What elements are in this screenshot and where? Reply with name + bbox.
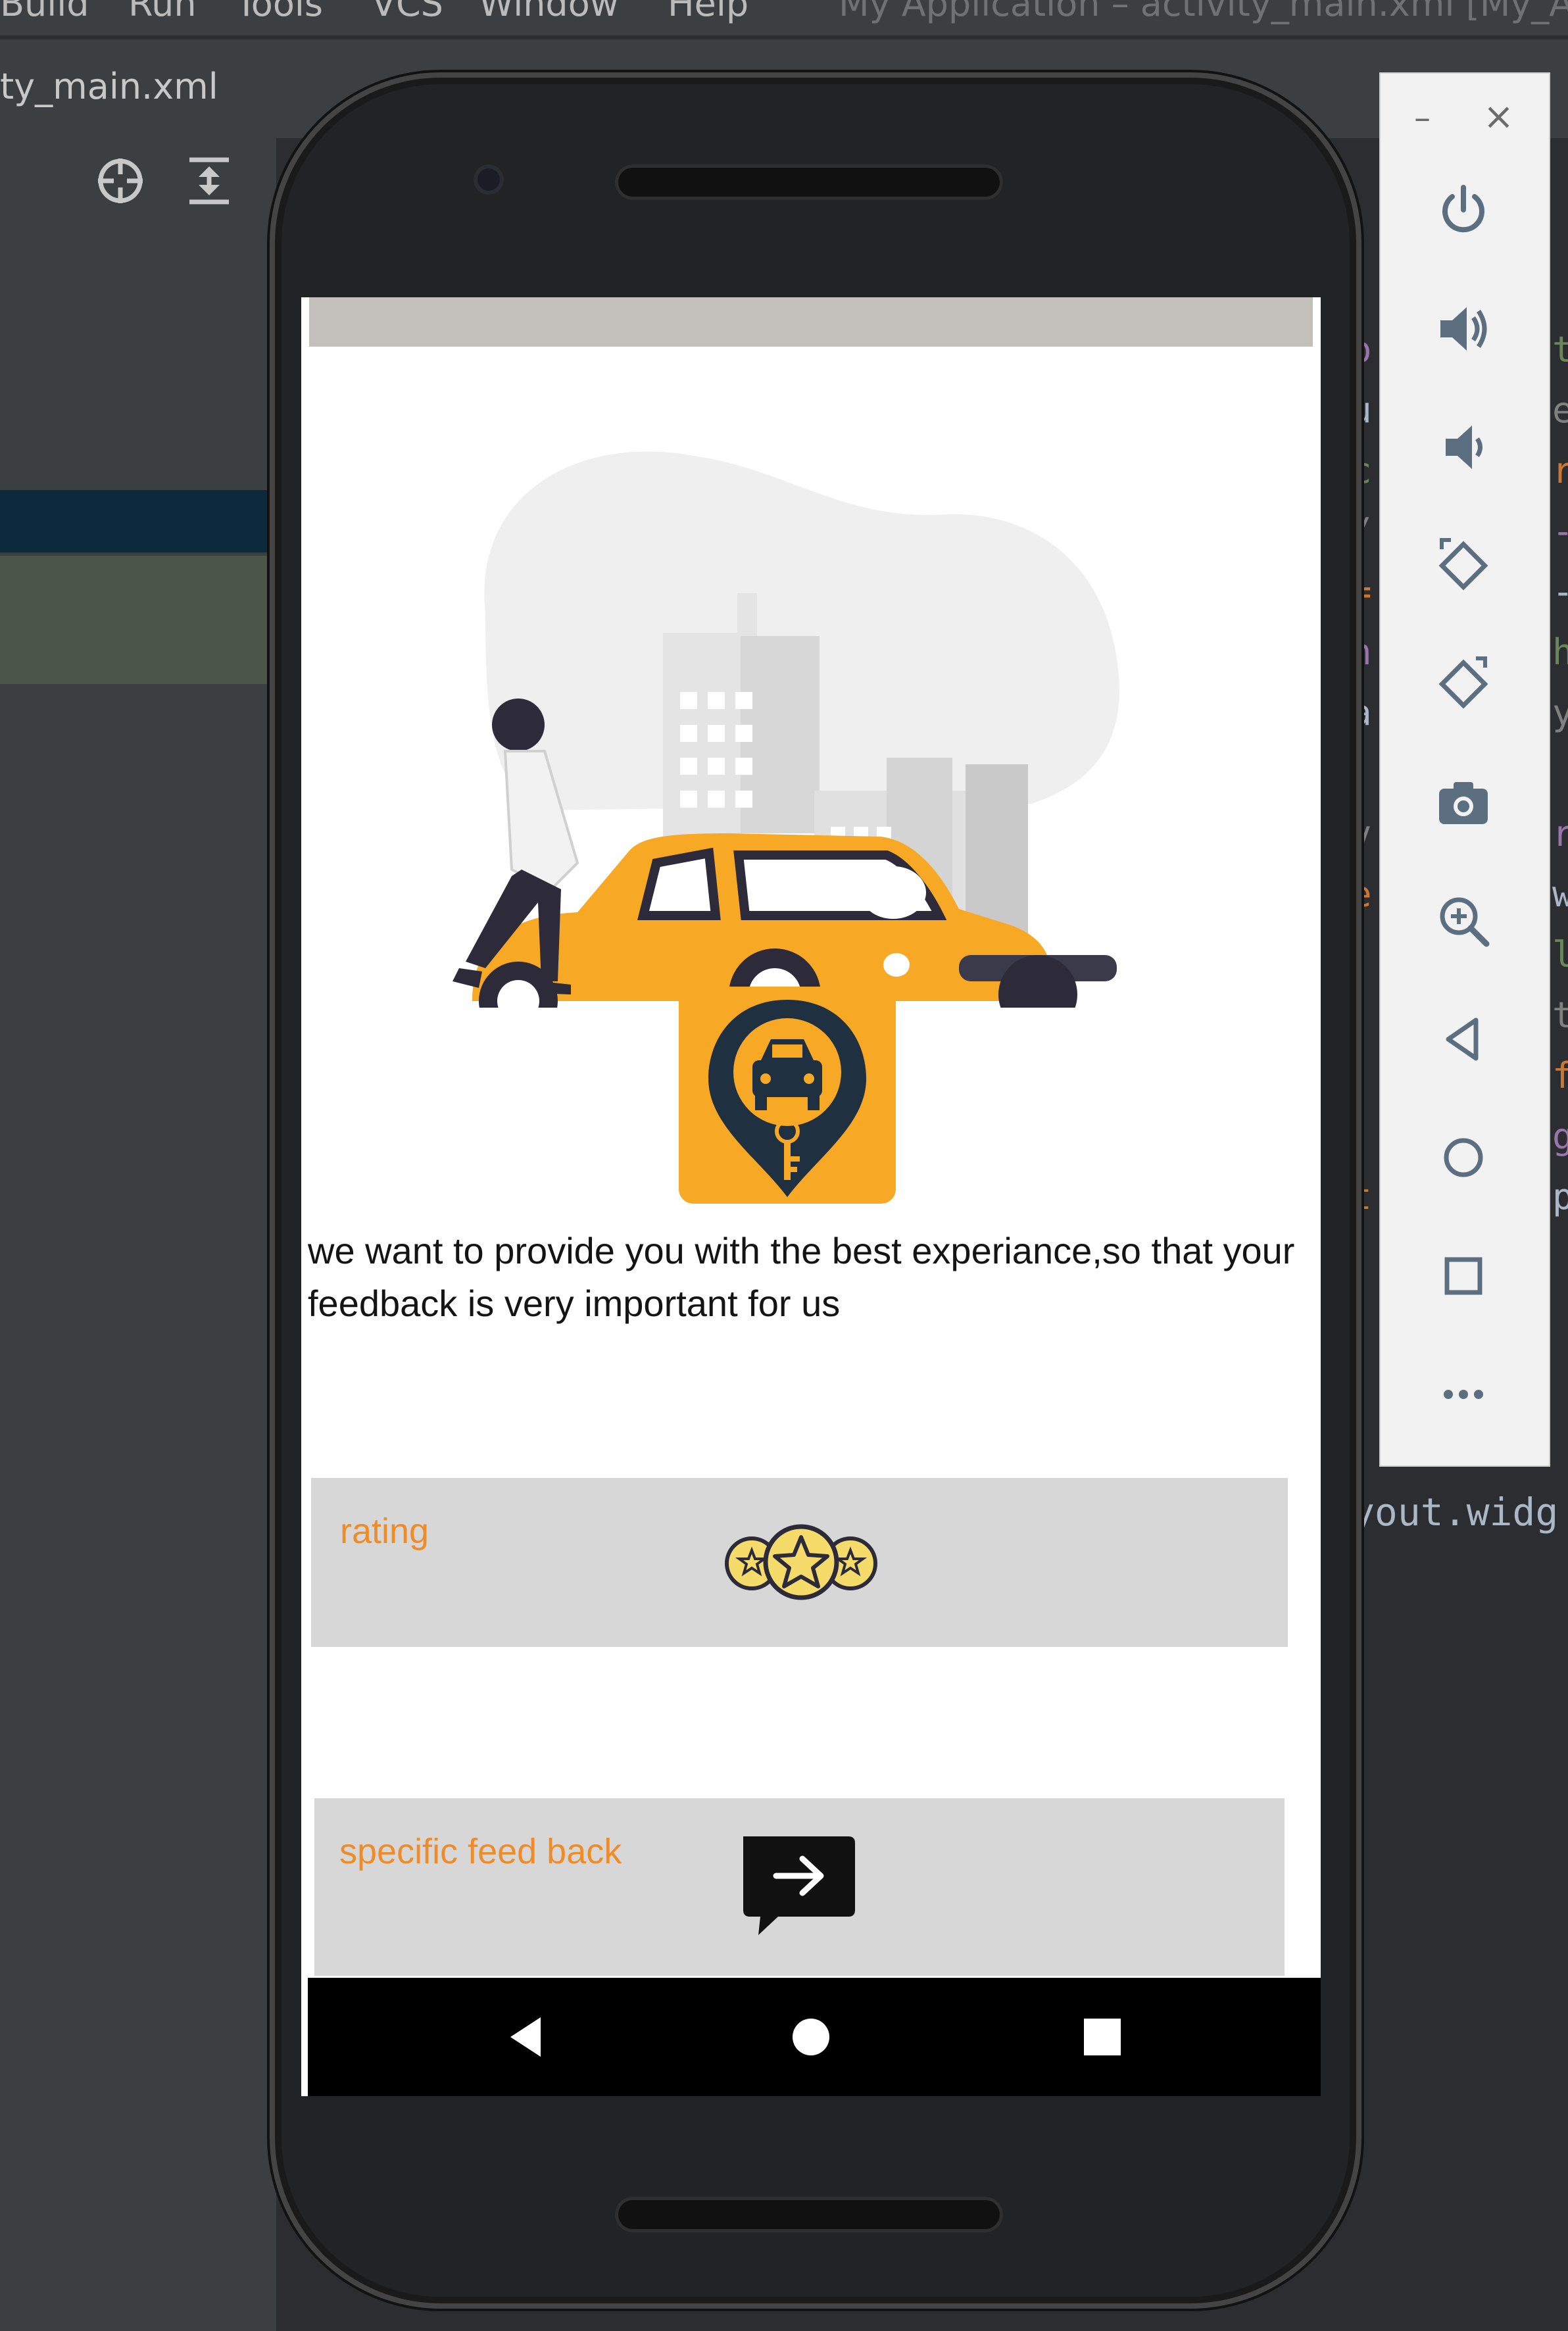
front-camera	[474, 164, 504, 195]
minimize-button[interactable]: –	[1414, 99, 1431, 137]
nav-home-button[interactable]	[752, 1978, 870, 2096]
status-bar	[309, 297, 1313, 347]
overview-icon	[1444, 1257, 1482, 1295]
device-screen: we want to provide you with the best exp…	[301, 297, 1321, 2096]
ide-window-title: My Application – activity_main.xml [My_A	[839, 0, 1568, 24]
volume-up-button[interactable]	[1379, 283, 1548, 375]
menu-vcs[interactable]: VCS	[372, 0, 443, 24]
app-logo-tile	[679, 987, 896, 1204]
code-glyph: l	[1552, 934, 1568, 975]
file-tab-activity-main[interactable]: ty_main.xml	[0, 66, 218, 107]
rating-label: rating	[340, 1511, 429, 1551]
code-glyph: r	[1552, 450, 1568, 491]
code-glyph: -	[1552, 571, 1568, 612]
back-button[interactable]	[1379, 993, 1548, 1085]
more-icon	[1444, 1390, 1483, 1399]
specific-feedback-card[interactable]: specific feed back	[314, 1798, 1285, 1976]
menu-help[interactable]: Help	[668, 0, 748, 24]
more-button[interactable]	[1379, 1348, 1548, 1440]
zoom-button[interactable]	[1379, 875, 1548, 967]
project-tree-highlight-row[interactable]	[0, 556, 276, 684]
android-navigation-bar	[308, 1978, 1321, 2096]
code-glyph: r	[1552, 813, 1568, 854]
code-glyph: g	[1552, 1116, 1568, 1157]
earpiece-speaker	[615, 164, 1003, 200]
code-glyph: -	[1552, 510, 1568, 552]
rotate-right-icon	[1438, 656, 1488, 709]
car-city-illustration	[453, 451, 1119, 1008]
code-glyph: e	[1552, 389, 1568, 431]
home-icon	[1444, 1138, 1483, 1177]
code-text-layout-widget: yout.widg	[1352, 1490, 1559, 1534]
expand-vertical-icon[interactable]	[183, 155, 235, 207]
volume-up-icon	[1440, 307, 1487, 351]
ide-menu-bar: Build Run Tools VCS Window Help My Appli…	[0, 0, 1568, 36]
rotate-right-button[interactable]	[1379, 638, 1548, 730]
zoom-icon	[1440, 897, 1490, 947]
volume-down-button[interactable]	[1379, 401, 1548, 493]
back-triangle-icon	[510, 2017, 541, 2057]
rating-stars-icon[interactable]	[722, 1521, 880, 1606]
menu-run[interactable]: Run	[128, 0, 197, 24]
screenshot-button[interactable]	[1379, 756, 1548, 848]
power-button[interactable]	[1379, 164, 1548, 257]
nav-back-button[interactable]	[467, 1978, 585, 2096]
crosshair-icon[interactable]	[94, 155, 147, 207]
menu-build[interactable]: Build	[0, 0, 89, 24]
code-glyph: f	[1552, 1055, 1568, 1096]
home-button[interactable]	[1379, 1112, 1548, 1204]
overview-square-icon	[1084, 2019, 1121, 2055]
code-glyph: t	[1552, 994, 1568, 1036]
bottom-speaker	[615, 2197, 1003, 2232]
specific-feedback-label: specific feed back	[339, 1832, 622, 1871]
menu-window[interactable]: Window	[479, 0, 619, 24]
rating-card[interactable]: rating	[311, 1478, 1288, 1647]
code-glyph: h	[1552, 631, 1568, 673]
overview-button[interactable]	[1379, 1230, 1548, 1322]
volume-down-icon	[1446, 426, 1482, 469]
code-glyph: y	[1552, 692, 1568, 733]
car-location-key-icon	[708, 1000, 866, 1197]
back-icon	[1446, 1018, 1479, 1061]
home-circle-icon	[793, 2019, 829, 2055]
menu-tools[interactable]: Tools	[235, 0, 323, 24]
power-icon	[1442, 185, 1484, 233]
nav-overview-button[interactable]	[1043, 1978, 1162, 2096]
chat-arrow-icon[interactable]	[735, 1830, 860, 1942]
project-tree-selected-row[interactable]	[0, 490, 276, 552]
code-glyph: p	[1552, 1176, 1568, 1217]
camera-icon	[1439, 782, 1488, 824]
code-glyph: w	[1552, 873, 1568, 915]
description-text: we want to provide you with the best exp…	[308, 1230, 1295, 1324]
code-glyph: t	[1552, 329, 1568, 370]
rotate-left-button[interactable]	[1379, 520, 1548, 612]
close-button[interactable]: ×	[1483, 95, 1514, 138]
rotate-left-icon	[1438, 538, 1488, 591]
